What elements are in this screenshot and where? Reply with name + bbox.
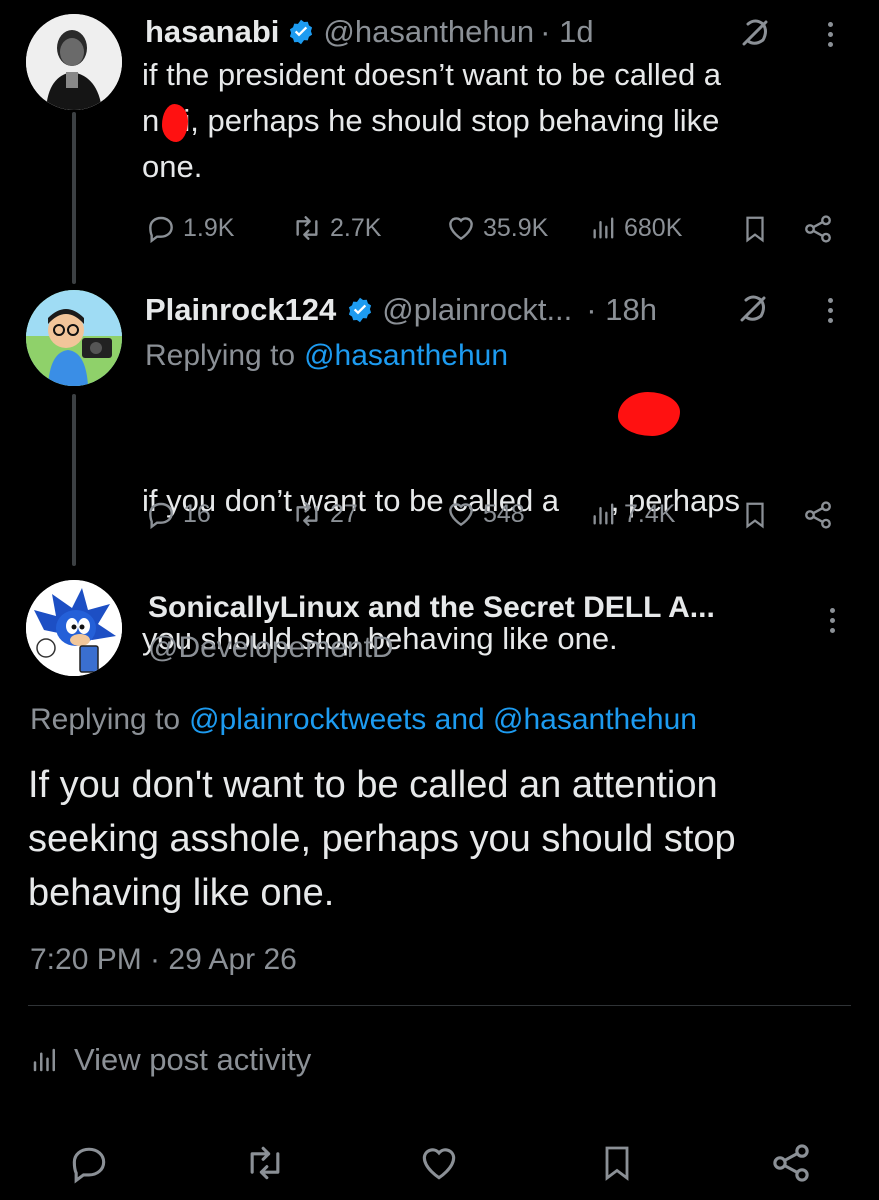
verified-badge-icon <box>349 297 372 323</box>
thread-line-2 <box>72 394 76 566</box>
like-count: 548 <box>483 499 525 528</box>
bookmark-icon <box>605 1146 629 1181</box>
share-icon[interactable] <box>802 499 834 531</box>
more-icon[interactable] <box>825 22 835 47</box>
bookmark-icon[interactable] <box>740 498 770 532</box>
avatar-plainrock124[interactable] <box>26 290 122 386</box>
bookmark-icon[interactable] <box>740 212 770 246</box>
views-count: 7.4K <box>624 499 676 528</box>
repost-button[interactable]: 27 <box>290 498 358 530</box>
reply-button[interactable]: 16 <box>145 498 211 530</box>
repost-icon <box>296 502 318 526</box>
repost-button[interactable] <box>240 1138 290 1188</box>
tweet1-text: if the president doesn’t want to be call… <box>142 52 842 190</box>
main-post-text: If you don't want to be called an attent… <box>28 758 858 920</box>
repost-icon <box>250 1146 280 1180</box>
like-button[interactable]: 35.9K <box>445 212 548 244</box>
post-time: · 18h <box>586 292 657 327</box>
reply-icon <box>149 502 173 530</box>
post-line: seeking asshole, perhaps you should stop <box>28 818 736 860</box>
avatar-hasanabi[interactable] <box>26 14 122 110</box>
post-line: behaving like one. <box>28 872 335 914</box>
views-button[interactable]: 680K <box>590 212 682 244</box>
main-author-handle[interactable]: @DevelopementD <box>148 628 394 668</box>
replying-prefix: Replying to <box>145 339 296 372</box>
reply-icon <box>149 216 173 244</box>
like-icon <box>422 1148 456 1180</box>
thread-line-1 <box>72 112 76 284</box>
repost-icon <box>296 216 318 240</box>
author-name[interactable]: Plainrock124 <box>145 292 336 328</box>
more-icon[interactable] <box>827 608 837 633</box>
repost-count: 2.7K <box>330 213 382 242</box>
replying-to: Replying to @plainrocktweets and @hasant… <box>30 700 697 740</box>
reply-count: 16 <box>183 499 211 528</box>
divider <box>28 1005 851 1006</box>
tweet-line: one. <box>142 149 203 184</box>
author-name[interactable]: SonicallyLinux and the Secret DELL A... <box>148 591 715 625</box>
redaction-mark <box>618 392 680 436</box>
author-handle[interactable]: @DevelopementD <box>148 631 394 665</box>
post-line: If you don't want to be called an attent… <box>28 764 718 806</box>
avatar-sonicallylinux[interactable] <box>26 580 122 676</box>
reply-button[interactable]: 1.9K <box>145 212 234 244</box>
main-author-name[interactable]: SonicallyLinux and the Secret DELL A... <box>148 588 715 628</box>
like-button[interactable]: 548 <box>445 498 525 530</box>
view-activity-label: View post activity <box>74 1042 312 1077</box>
tweet-line: n zi, perhaps he should stop behaving li… <box>142 103 720 138</box>
reply-button[interactable] <box>64 1138 114 1188</box>
replying-prefix: Replying to <box>30 703 181 736</box>
view-post-activity[interactable]: View post activity <box>30 1038 311 1082</box>
author-handle[interactable]: @hasanthehun <box>323 14 534 50</box>
views-icon <box>33 1048 55 1072</box>
reply-count: 1.9K <box>183 213 235 242</box>
replying-handles-link[interactable]: @plainrocktweets and @hasanthehun <box>189 703 697 737</box>
share-icon[interactable] <box>802 213 834 245</box>
bookmark-button[interactable] <box>592 1138 642 1188</box>
post-time: · 1d <box>540 14 594 49</box>
share-icon <box>773 1144 809 1182</box>
replying-to: Replying to @hasanthehun <box>145 336 508 376</box>
replying-handle-link[interactable]: @hasanthehun <box>304 339 508 373</box>
like-icon <box>449 503 473 527</box>
author-handle[interactable]: @plainrockt... <box>382 292 572 328</box>
author-name[interactable]: hasanabi <box>145 14 279 50</box>
tweet1-header: hasanabi @hasanthehun · 1d <box>145 12 594 52</box>
tweet-line: if the president doesn’t want to be call… <box>142 57 722 92</box>
grok-icon[interactable] <box>736 292 770 326</box>
grok-icon[interactable] <box>738 16 772 50</box>
more-icon[interactable] <box>825 298 835 323</box>
views-icon <box>593 503 614 525</box>
repost-button[interactable]: 2.7K <box>290 212 381 244</box>
like-button[interactable] <box>414 1138 464 1188</box>
repost-count: 27 <box>330 499 358 528</box>
like-count: 35.9K <box>483 213 549 242</box>
redaction-mark <box>162 104 188 142</box>
views-count: 680K <box>624 213 683 242</box>
share-button[interactable] <box>766 1138 816 1188</box>
timestamp-text: 7:20 PM · 29 Apr 26 <box>30 943 297 976</box>
post-timestamp[interactable]: 7:20 PM · 29 Apr 26 <box>30 940 297 980</box>
views-button[interactable]: 7.4K <box>590 498 675 530</box>
like-icon <box>449 217 473 241</box>
verified-badge-icon <box>290 19 313 45</box>
reply-icon <box>72 1147 106 1184</box>
views-icon <box>593 217 614 239</box>
tweet2-header: Plainrock124 @plainrockt... · 18h <box>145 290 657 330</box>
